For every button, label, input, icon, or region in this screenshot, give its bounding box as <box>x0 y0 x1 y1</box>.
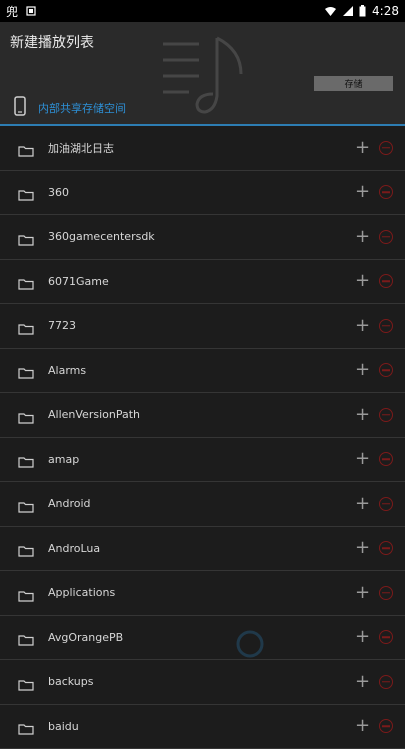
folder-name: 7723 <box>48 319 76 332</box>
row-actions: + <box>355 361 393 379</box>
status-bar: 兜 4:28 <box>0 0 405 22</box>
list-item[interactable]: AllenVersionPath + <box>0 393 405 438</box>
list-item[interactable]: 加油湖北日志 + <box>0 126 405 171</box>
storage-label: 内部共享存储空间 <box>38 100 126 116</box>
folder-icon <box>18 542 34 554</box>
row-actions: + <box>355 495 393 513</box>
folder-name: AvgOrangePB <box>48 631 123 644</box>
row-actions: + <box>355 539 393 557</box>
folder-icon <box>18 676 34 688</box>
folder-icon <box>18 720 34 732</box>
list-item[interactable]: baidu+ <box>0 705 405 749</box>
minus-circle-icon[interactable] <box>379 541 393 555</box>
plus-icon[interactable]: + <box>355 628 369 646</box>
folder-icon <box>18 186 34 198</box>
list-item[interactable]: 7723 + <box>0 304 405 349</box>
folder-name: 6071Game <box>48 275 109 288</box>
folder-name: Android <box>48 497 91 510</box>
plus-icon[interactable]: + <box>355 361 369 379</box>
signal-icon <box>343 6 353 16</box>
wifi-icon <box>324 6 337 16</box>
list-item[interactable]: 360 + <box>0 171 405 216</box>
minus-circle-icon[interactable] <box>379 230 393 244</box>
app-badge-icon: 兜 <box>6 3 18 20</box>
list-item[interactable]: 360gamecentersdk + <box>0 215 405 260</box>
minus-circle-icon[interactable] <box>379 363 393 377</box>
folder-icon <box>18 631 34 643</box>
folder-name: Applications <box>48 586 115 599</box>
music-note-icon <box>155 32 250 121</box>
list-item[interactable]: Android + <box>0 482 405 527</box>
list-item[interactable]: Alarms + <box>0 349 405 394</box>
folder-name: 360gamecentersdk <box>48 230 155 243</box>
folder-list: 加油湖北日志 +360 +360gamecentersdk +6071Game +772… <box>0 126 405 749</box>
notification-icon <box>26 6 36 16</box>
list-item[interactable]: Applications + <box>0 571 405 616</box>
folder-name: AllenVersionPath <box>48 408 140 421</box>
storage-selector[interactable]: 内部共享存储空间 <box>14 96 126 120</box>
minus-circle-icon[interactable] <box>379 586 393 600</box>
row-actions: + <box>355 272 393 290</box>
plus-icon[interactable]: + <box>355 539 369 557</box>
plus-icon[interactable]: + <box>355 406 369 424</box>
folder-name: Alarms <box>48 364 86 377</box>
folder-icon <box>18 409 34 421</box>
minus-circle-icon[interactable] <box>379 630 393 644</box>
plus-icon[interactable]: + <box>355 450 369 468</box>
plus-icon[interactable]: + <box>355 673 369 691</box>
list-item[interactable]: amap + <box>0 438 405 483</box>
watermark-icon <box>235 629 265 663</box>
plus-icon[interactable]: + <box>355 272 369 290</box>
row-actions: + <box>355 628 393 646</box>
folder-name: 加油湖北日志 <box>48 140 114 156</box>
folder-icon <box>18 231 34 243</box>
row-actions: + <box>355 673 393 691</box>
row-actions: + <box>355 183 393 201</box>
minus-circle-icon[interactable] <box>379 185 393 199</box>
phone-icon <box>14 96 26 120</box>
folder-icon <box>18 453 34 465</box>
minus-circle-icon[interactable] <box>379 719 393 733</box>
minus-circle-icon[interactable] <box>379 675 393 689</box>
playlist-header: 新建播放列表 存储 内部共享存储空间 <box>0 22 405 126</box>
folder-name: amap <box>48 453 79 466</box>
row-actions: + <box>355 584 393 602</box>
plus-icon[interactable]: + <box>355 584 369 602</box>
folder-icon <box>18 142 34 154</box>
list-item[interactable]: AndroLua + <box>0 527 405 572</box>
minus-circle-icon[interactable] <box>379 319 393 333</box>
minus-circle-icon[interactable] <box>379 452 393 466</box>
save-button[interactable]: 存储 <box>314 76 393 91</box>
plus-icon[interactable]: + <box>355 495 369 513</box>
row-actions: + <box>355 317 393 335</box>
battery-icon <box>359 5 366 17</box>
folder-icon <box>18 275 34 287</box>
folder-icon <box>18 498 34 510</box>
folder-icon <box>18 587 34 599</box>
folder-name: baidu <box>48 720 79 733</box>
plus-icon[interactable]: + <box>355 139 369 157</box>
minus-circle-icon[interactable] <box>379 497 393 511</box>
row-actions: + <box>355 139 393 157</box>
folder-icon <box>18 320 34 332</box>
minus-circle-icon[interactable] <box>379 408 393 422</box>
minus-circle-icon[interactable] <box>379 274 393 288</box>
list-item[interactable]: AvgOrangePB + <box>0 616 405 661</box>
row-actions: + <box>355 228 393 246</box>
folder-name: backups <box>48 675 94 688</box>
folder-name: 360 <box>48 186 69 199</box>
plus-icon[interactable]: + <box>355 183 369 201</box>
page-title: 新建播放列表 <box>10 32 94 52</box>
folder-icon <box>18 364 34 376</box>
plus-icon[interactable]: + <box>355 228 369 246</box>
folder-name: AndroLua <box>48 542 100 555</box>
row-actions: + <box>355 450 393 468</box>
row-actions: + <box>355 406 393 424</box>
plus-icon[interactable]: + <box>355 317 369 335</box>
list-item[interactable]: backups + <box>0 660 405 705</box>
minus-circle-icon[interactable] <box>379 141 393 155</box>
list-item[interactable]: 6071Game + <box>0 260 405 305</box>
status-time: 4:28 <box>372 4 399 18</box>
